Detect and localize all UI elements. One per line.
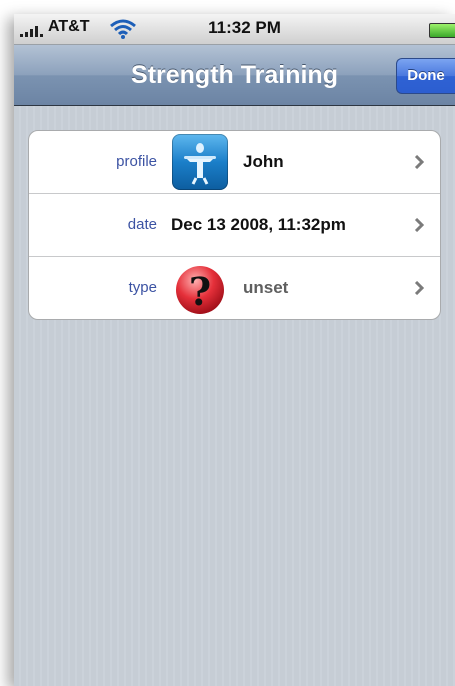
page-title: Strength Training [131, 61, 338, 89]
profile-row[interactable]: profile John [29, 131, 440, 194]
type-row[interactable]: type ? unset [29, 257, 440, 319]
battery-icon [429, 23, 455, 38]
content-area: profile John date Dec 13 2008, 11:32pm t… [14, 106, 455, 686]
svg-text:?: ? [189, 269, 211, 314]
date-label: date [127, 216, 157, 233]
status-bar: AT&T 11:32 PM [14, 14, 455, 45]
chevron-right-icon [414, 218, 424, 232]
chevron-right-icon [414, 155, 424, 169]
device-screen: AT&T 11:32 PM Strength Training Done pro… [14, 14, 455, 686]
type-label: type [128, 279, 157, 296]
done-button[interactable]: Done [396, 58, 455, 94]
chevron-right-icon [414, 281, 424, 295]
date-value: Dec 13 2008, 11:32pm [171, 215, 346, 234]
date-row[interactable]: date Dec 13 2008, 11:32pm [29, 194, 440, 257]
question-mark-icon: ? [172, 260, 228, 316]
profile-value: John [243, 152, 284, 171]
fitness-person-icon [172, 134, 228, 190]
type-value: unset [243, 278, 289, 297]
profile-label: profile [116, 153, 157, 170]
clock-time: 11:32 PM [208, 18, 281, 37]
navigation-bar: Strength Training Done [14, 45, 455, 106]
settings-table: profile John date Dec 13 2008, 11:32pm t… [28, 130, 441, 320]
